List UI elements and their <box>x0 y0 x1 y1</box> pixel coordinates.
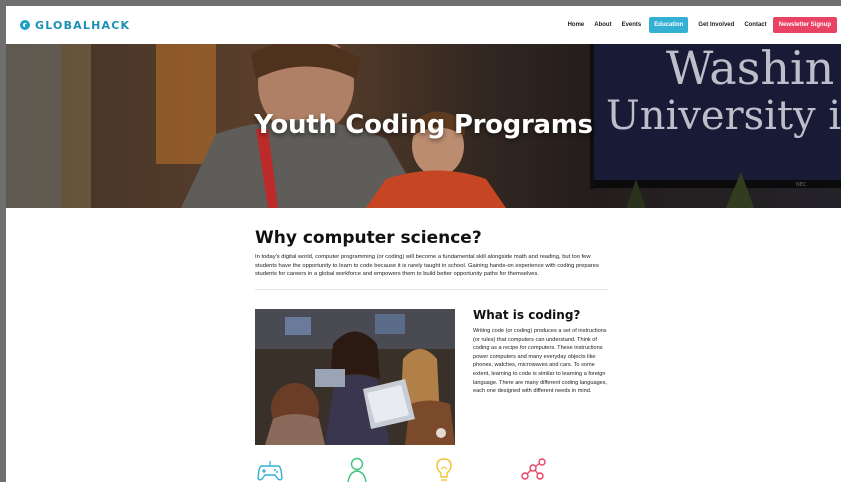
network-icon <box>521 458 546 480</box>
nav-link-home[interactable]: Home <box>568 22 585 28</box>
section-divider <box>255 289 608 290</box>
nav-link-events[interactable]: Events <box>622 22 642 28</box>
person-icon <box>347 457 367 482</box>
top-nav: GLOBALHACK Home About Events Education G… <box>6 6 841 44</box>
coding-photo <box>255 309 455 445</box>
nav-link-contact[interactable]: Contact <box>744 22 766 28</box>
hero-banner: Washin University in NEC Youth Coding Pr… <box>6 44 841 208</box>
logo-mark-icon <box>20 20 30 30</box>
nav-link-education[interactable]: Education <box>649 17 689 33</box>
lightbulb-icon <box>436 458 452 481</box>
why-cs-body: In today's digital world, computer progr… <box>255 254 599 277</box>
nav-links: Home About Events Education Get Involved… <box>558 16 837 34</box>
nav-link-about[interactable]: About <box>594 22 611 28</box>
nav-link-get-involved[interactable]: Get Involved <box>698 22 734 28</box>
hero-title: Youth Coding Programs <box>254 110 593 140</box>
gamepad-icon <box>257 461 283 481</box>
page: GLOBALHACK Home About Events Education G… <box>6 6 841 482</box>
logo[interactable]: GLOBALHACK <box>20 16 130 34</box>
why-cs-title: Why computer science? <box>255 228 482 248</box>
what-is-coding-title: What is coding? <box>473 308 581 322</box>
what-is-coding-body: Writing code (or coding) produces a set … <box>473 328 608 395</box>
newsletter-signup-button[interactable]: Newsletter Signup <box>772 17 837 33</box>
logo-text: GLOBALHACK <box>35 18 131 32</box>
